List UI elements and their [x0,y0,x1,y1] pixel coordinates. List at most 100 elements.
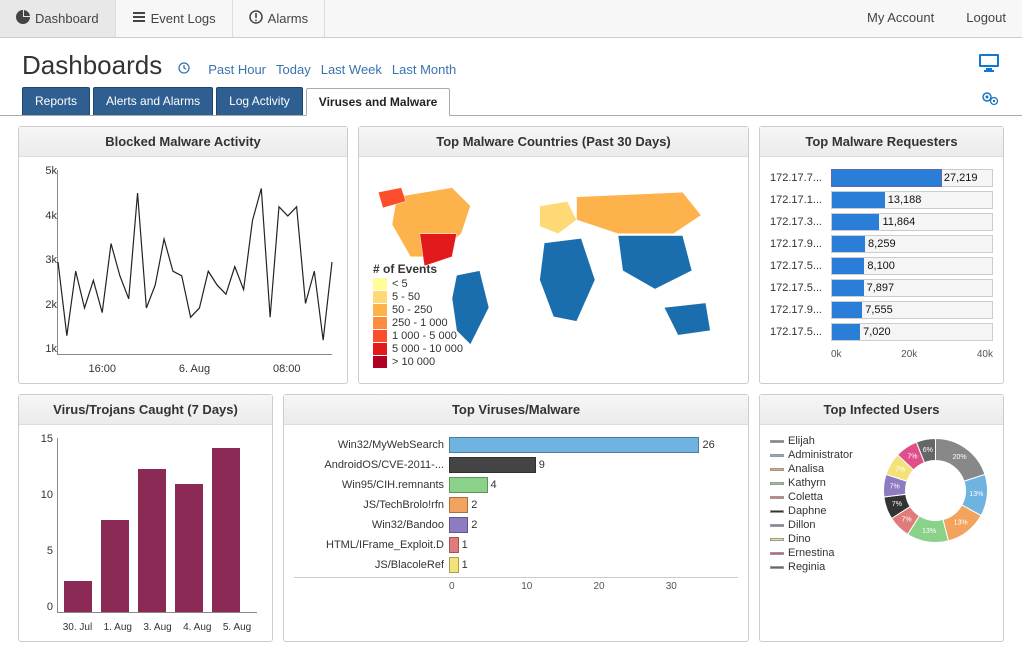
infected-user-row[interactable]: Kathyrn [770,477,870,489]
color-swatch [770,482,784,485]
panel-top-infected-title: Top Infected Users [760,395,1003,425]
virus-row[interactable]: Win32/MyWebSearch26 [294,437,738,453]
panel-top-viruses-title: Top Viruses/Malware [284,395,748,425]
requester-ip: 172.17.1... [770,194,825,206]
top-viruses-chart[interactable]: Win32/MyWebSearch26 AndroidOS/CVE-2011-..… [294,437,738,573]
virus-name: Win32/Bandoo [294,519,444,531]
virus-row[interactable]: AndroidOS/CVE-2011-...9 [294,457,738,473]
y-axis: 151050 [29,433,53,613]
legend-row: 50 - 250 [373,304,463,316]
requester-ip: 172.17.9... [770,238,825,250]
requester-row[interactable]: 172.17.1...13,188 [770,191,993,209]
nav-alarms-label: Alarms [268,11,308,26]
color-swatch [373,291,387,303]
color-swatch [770,566,784,569]
tab-reports[interactable]: Reports [22,87,90,115]
legend-row: 250 - 1 000 [373,317,463,329]
legend-row: 5 000 - 10 000 [373,343,463,355]
monitor-icon[interactable] [978,53,1000,79]
infected-user-row[interactable]: Ernestina [770,547,870,559]
requester-ip: 172.17.5... [770,282,825,294]
nav-eventlogs[interactable]: Event Logs [116,0,233,37]
svg-text:13%: 13% [954,520,968,527]
panel-blocked-malware-title: Blocked Malware Activity [19,127,347,157]
virus-name: JS/BlacoleRef [294,559,444,571]
color-swatch [770,538,784,541]
legend-row: > 10 000 [373,356,463,368]
tabs: ReportsAlerts and AlarmsLog ActivityViru… [22,87,453,115]
svg-text:7%: 7% [892,501,902,508]
nav-eventlogs-label: Event Logs [151,11,216,26]
color-swatch [373,304,387,316]
legend-row: 5 - 50 [373,291,463,303]
infected-user-row[interactable]: Coletta [770,491,870,503]
bar[interactable] [212,448,240,612]
y-axis: 5k4k3k2k1k [29,165,57,355]
nav-myaccount[interactable]: My Account [851,0,950,37]
infected-user-row[interactable]: Daphne [770,505,870,517]
infected-legend: Elijah Administrator Analisa Kathyrn Coletta… [770,433,870,575]
panel-virus-trojans: Virus/Trojans Caught (7 Days) 151050 30.… [18,394,273,642]
tab-alerts-and-alarms[interactable]: Alerts and Alarms [93,87,213,115]
virus-row[interactable]: JS/TechBrolo!rfn2 [294,497,738,513]
panel-top-requesters: Top Malware Requesters 172.17.7...27,219… [759,126,1004,384]
x-axis: 0k20k40k [770,345,993,360]
svg-text:13%: 13% [922,528,936,535]
virus-name: JS/TechBrolo!rfn [294,499,444,511]
page-title: Dashboards [22,50,162,81]
requester-row[interactable]: 172.17.9...7,555 [770,301,993,319]
topbar: Dashboard Event Logs Alarms My Account L… [0,0,1022,38]
svg-text:13%: 13% [969,491,983,498]
panel-top-viruses: Top Viruses/Malware Win32/MyWebSearch26 A… [283,394,749,642]
requester-row[interactable]: 172.17.5...8,100 [770,257,993,275]
virus-row[interactable]: HTML/IFrame_Exploit.D1 [294,537,738,553]
virus-row[interactable]: JS/BlacoleRef1 [294,557,738,573]
panel-top-countries-title: Top Malware Countries (Past 30 Days) [359,127,748,157]
requester-row[interactable]: 172.17.9...8,259 [770,235,993,253]
infected-user-row[interactable]: Dino [770,533,870,545]
bar[interactable] [101,520,129,612]
bar[interactable] [64,581,92,612]
requester-row[interactable]: 172.17.3...11,864 [770,213,993,231]
nav-dashboard[interactable]: Dashboard [0,0,116,37]
map-legend-title: # of Events [373,262,463,276]
virus-trojans-chart[interactable]: 151050 30. Jul1. Aug3. Aug4. Aug5. Aug [29,433,262,633]
color-swatch [373,278,387,290]
color-swatch [770,496,784,499]
blocked-malware-chart[interactable]: 5k4k3k2k1k 16:006. Aug08:00 [29,165,337,375]
requester-row[interactable]: 172.17.5...7,897 [770,279,993,297]
color-swatch [373,356,387,368]
tab-log-activity[interactable]: Log Activity [216,87,303,115]
requester-row[interactable]: 172.17.5...7,020 [770,323,993,341]
infected-user-row[interactable]: Analisa [770,463,870,475]
bar[interactable] [138,469,166,612]
infected-donut-chart[interactable]: 20%13%13%13%7%7%7%7%7%6% [878,433,993,548]
map-legend: # of Events < 55 - 5050 - 250250 - 1 000… [369,258,467,373]
svg-text:6%: 6% [923,447,933,454]
svg-text:7%: 7% [901,516,911,523]
infected-user-row[interactable]: Elijah [770,435,870,447]
nav-dashboard-label: Dashboard [35,11,99,26]
time-link-past-hour[interactable]: Past Hour [208,62,266,77]
tab-viruses-and-malware[interactable]: Viruses and Malware [306,88,451,116]
infected-user-row[interactable]: Administrator [770,449,870,461]
nav-logout[interactable]: Logout [950,0,1022,37]
time-link-today[interactable]: Today [276,62,311,77]
virus-row[interactable]: Win95/CIH.remnants4 [294,477,738,493]
requester-ip: 172.17.3... [770,216,825,228]
panel-top-countries: Top Malware Countries (Past 30 Days) [358,126,749,384]
nav-alarms[interactable]: Alarms [233,0,325,37]
time-link-last-month[interactable]: Last Month [392,62,456,77]
time-link-last-week[interactable]: Last Week [321,62,382,77]
infected-user-row[interactable]: Reginia [770,561,870,573]
color-swatch [373,317,387,329]
requester-row[interactable]: 172.17.7...27,219 [770,169,993,187]
x-axis: 0102030 [294,577,738,592]
virus-row[interactable]: Win32/Bandoo2 [294,517,738,533]
bar[interactable] [175,484,203,612]
heading-row: Dashboards Past Hour Today Last Week Last M… [0,38,1022,87]
requesters-chart[interactable]: 172.17.7...27,219172.17.1...13,188172.17… [770,169,993,341]
gear-icon[interactable] [982,92,1000,111]
time-links: Past Hour Today Last Week Last Month [208,62,456,77]
infected-user-row[interactable]: Dillon [770,519,870,531]
